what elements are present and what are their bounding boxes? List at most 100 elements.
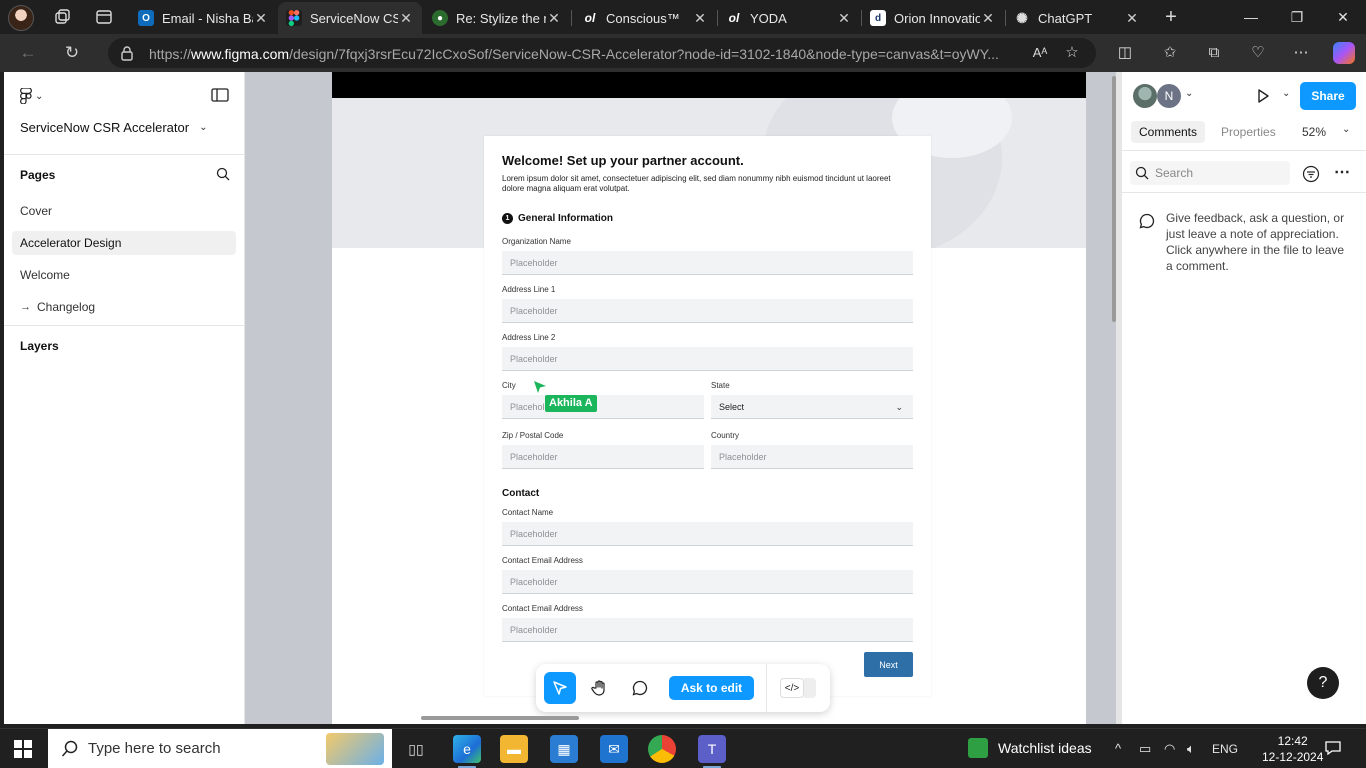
- chevron-down-icon[interactable]: ⌄: [1282, 88, 1290, 99]
- main-menu-button[interactable]: ⌄: [20, 86, 50, 106]
- close-tab-icon[interactable]: ✕: [836, 10, 852, 27]
- hand-tool-button[interactable]: [584, 672, 616, 704]
- tab-chatgpt[interactable]: ✺ ChatGPT ✕: [1006, 2, 1148, 34]
- read-aloud-icon[interactable]: Aᴬ: [1030, 43, 1050, 63]
- zoom-level[interactable]: 52%: [1302, 125, 1326, 139]
- tab-email[interactable]: O Email - Nisha Ba ✕: [130, 2, 277, 34]
- close-window-icon[interactable]: ✕: [1320, 0, 1366, 34]
- contact-name-input[interactable]: Placeholder: [502, 522, 913, 546]
- page-item-cover[interactable]: Cover: [20, 204, 52, 218]
- collections-icon[interactable]: ⧉: [1204, 43, 1224, 63]
- file-name-menu[interactable]: ServiceNow CSR Accelerator ⌄: [20, 120, 207, 135]
- tab-servicenow-csr[interactable]: ServiceNow CSR ✕: [278, 2, 422, 34]
- mail-icon[interactable]: ✉: [600, 735, 628, 763]
- zip-input[interactable]: Placeholder: [502, 445, 704, 469]
- tab-conscious[interactable]: ol Conscious™ ✕: [574, 2, 716, 34]
- more-menu-icon[interactable]: ⋯: [1291, 43, 1311, 63]
- page-item-accelerator-design[interactable]: Accelerator Design: [12, 231, 236, 255]
- tab-comments[interactable]: Comments: [1131, 121, 1206, 143]
- signup-form-card: Welcome! Set up your partner account. Lo…: [484, 136, 931, 696]
- minimize-icon[interactable]: —: [1228, 0, 1274, 34]
- user-avatar-photo[interactable]: [1133, 84, 1157, 108]
- chevron-down-icon[interactable]: ⌄: [1185, 88, 1193, 99]
- favorites-icon[interactable]: ✩: [1160, 43, 1180, 63]
- tab-title: Re: Stylize the re: [456, 10, 546, 26]
- chrome-icon[interactable]: [648, 735, 676, 763]
- close-tab-icon[interactable]: ✕: [398, 10, 414, 27]
- network-icon[interactable]: ◠: [1164, 741, 1175, 757]
- close-tab-icon[interactable]: ✕: [692, 10, 708, 27]
- search-pages-icon[interactable]: [216, 167, 230, 181]
- notifications-icon[interactable]: [1324, 739, 1342, 757]
- country-input[interactable]: Placeholder: [711, 445, 913, 469]
- share-button[interactable]: Share: [1300, 82, 1356, 110]
- comments-search-input[interactable]: Search: [1130, 161, 1290, 185]
- windows-start-icon[interactable]: [14, 740, 32, 758]
- present-play-icon[interactable]: [1255, 88, 1271, 104]
- filter-icon[interactable]: [1302, 165, 1320, 183]
- split-screen-icon[interactable]: ◫: [1115, 43, 1135, 63]
- store-icon[interactable]: ▦: [550, 735, 578, 763]
- horizontal-scrollbar[interactable]: [421, 716, 579, 720]
- contact-email-input[interactable]: Placeholder: [502, 570, 913, 594]
- close-tab-icon[interactable]: ✕: [546, 10, 562, 27]
- city-input[interactable]: Placeholder: [502, 395, 704, 419]
- language-indicator[interactable]: ENG: [1212, 742, 1238, 756]
- frame-partner-signup[interactable]: Welcome! Set up your partner account. Lo…: [332, 72, 1086, 724]
- tab-yoda[interactable]: ol YODA ✕: [718, 2, 860, 34]
- weather-widget[interactable]: Watchlist ideas: [968, 738, 1092, 758]
- close-tab-icon[interactable]: ✕: [253, 10, 269, 27]
- user-avatar-n[interactable]: N: [1157, 84, 1181, 108]
- arrow-right-icon: →: [20, 301, 31, 313]
- page-item-welcome[interactable]: Welcome: [20, 268, 70, 282]
- lock-icon[interactable]: [120, 45, 134, 61]
- tab-orion[interactable]: d Orion Innovatio ✕: [862, 2, 1004, 34]
- tray-overflow-icon[interactable]: ^: [1115, 741, 1121, 756]
- state-select[interactable]: Select ⌄: [711, 395, 913, 419]
- vertical-scrollbar[interactable]: [1112, 76, 1116, 322]
- page-item-changelog[interactable]: → Changelog: [20, 300, 95, 314]
- close-tab-icon[interactable]: ✕: [1124, 10, 1140, 27]
- address-line1-input[interactable]: Placeholder: [502, 299, 913, 323]
- workspaces-icon[interactable]: [53, 8, 71, 26]
- design-canvas[interactable]: Welcome! Set up your partner account. Lo…: [245, 72, 1116, 724]
- contact-email2-input[interactable]: Placeholder: [502, 618, 913, 642]
- address-line2-input[interactable]: Placeholder: [502, 347, 913, 371]
- chevron-down-icon: ⌄: [199, 122, 208, 133]
- restore-icon[interactable]: ❐: [1274, 0, 1320, 34]
- more-options-icon[interactable]: ⋯: [1334, 162, 1350, 182]
- next-button[interactable]: Next: [864, 652, 913, 677]
- tab-properties[interactable]: Properties: [1221, 125, 1276, 139]
- tab-re-stylize[interactable]: ● Re: Stylize the re ✕: [424, 2, 570, 34]
- favorite-star-icon[interactable]: ☆: [1062, 43, 1082, 63]
- clock[interactable]: 12:42 12-12-2024: [1262, 733, 1323, 765]
- new-tab-icon[interactable]: +: [1162, 7, 1180, 27]
- address-bar[interactable]: https://www.figma.com/design/7fqxj3rsrEc…: [108, 38, 1096, 68]
- chevron-down-icon[interactable]: ⌄: [1342, 124, 1350, 135]
- meet-now-icon[interactable]: ▭: [1139, 741, 1151, 757]
- back-icon[interactable]: ←: [17, 42, 39, 64]
- edge-taskbar-icon[interactable]: e: [453, 735, 481, 763]
- frame-header-bar: [332, 72, 1086, 98]
- close-tab-icon[interactable]: ✕: [980, 10, 996, 27]
- move-tool-button[interactable]: [544, 672, 576, 704]
- copilot-icon[interactable]: [1333, 42, 1355, 64]
- url-text: https://www.figma.com/design/7fqxj3rsrEc…: [149, 46, 999, 62]
- tab-actions-icon[interactable]: [95, 8, 113, 26]
- taskbar-search-box[interactable]: Type here to search: [48, 729, 392, 768]
- taskbar-search-placeholder: Type here to search: [88, 740, 221, 757]
- comment-tool-button[interactable]: [624, 672, 656, 704]
- file-explorer-icon[interactable]: ▬: [500, 735, 528, 763]
- toggle-sidebar-icon[interactable]: [211, 88, 229, 102]
- org-name-input[interactable]: Placeholder: [502, 251, 913, 275]
- profile-avatar[interactable]: [8, 5, 34, 31]
- refresh-icon[interactable]: ↻: [61, 42, 83, 64]
- dev-mode-toggle[interactable]: </>: [776, 672, 820, 704]
- contact-email-label: Contact Email Address: [502, 556, 583, 565]
- teams-icon[interactable]: T: [698, 735, 726, 763]
- task-view-icon[interactable]: ▯▯: [402, 735, 430, 763]
- volume-icon[interactable]: 🔈︎: [1187, 741, 1195, 757]
- ask-to-edit-button[interactable]: Ask to edit: [669, 676, 754, 700]
- performance-icon[interactable]: ♡: [1248, 43, 1268, 63]
- help-button[interactable]: ?: [1307, 667, 1339, 699]
